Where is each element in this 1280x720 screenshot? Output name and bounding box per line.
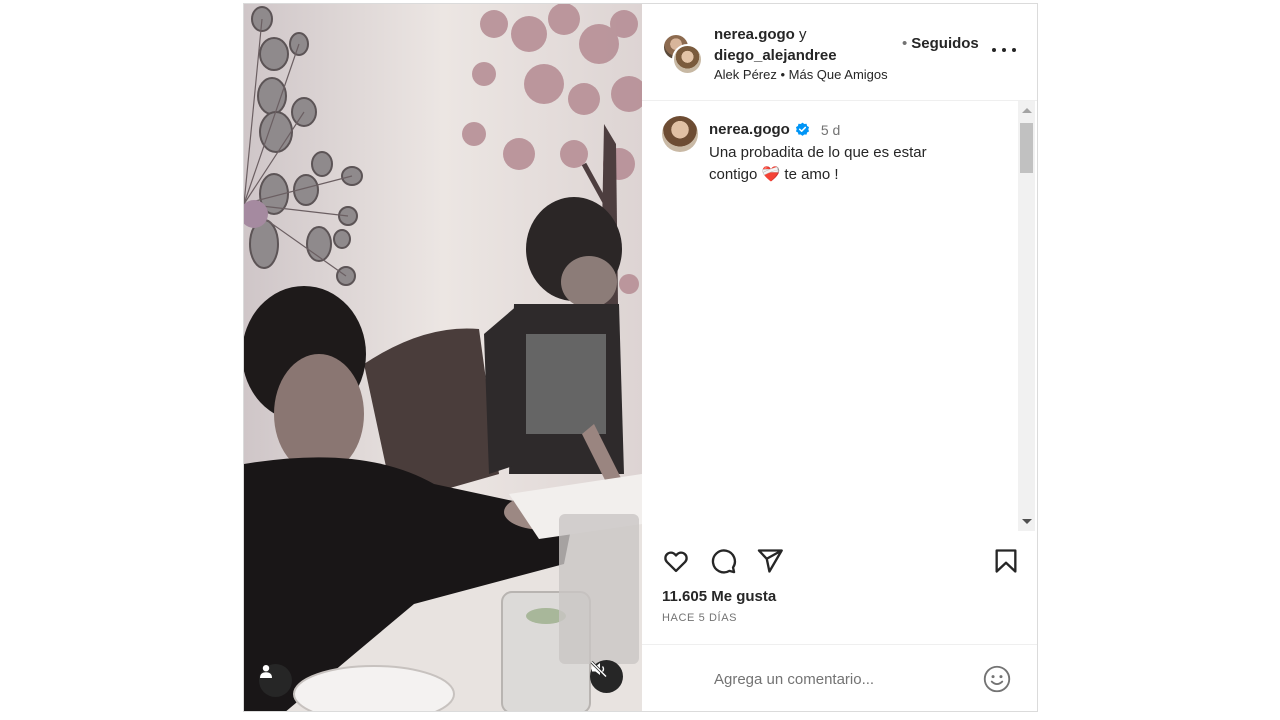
- verified-badge-icon: [795, 122, 809, 136]
- post-video[interactable]: [244, 4, 642, 711]
- caption-line-2-start: contigo: [709, 166, 758, 183]
- video-frame-illustration: [244, 4, 642, 711]
- comment-input[interactable]: [712, 667, 956, 691]
- caption-avatar[interactable]: [662, 116, 698, 152]
- username-link-1[interactable]: nerea.gogo: [714, 26, 795, 43]
- follow-separator-dot: •: [902, 35, 908, 52]
- following-button[interactable]: • Seguidos: [902, 35, 979, 52]
- user-tag-button[interactable]: [259, 664, 292, 697]
- comments-scrollbar[interactable]: [1018, 101, 1035, 531]
- mute-button[interactable]: [590, 660, 623, 693]
- smiley-icon[interactable]: [983, 665, 1011, 693]
- like-count[interactable]: 11.605 Me gusta: [662, 588, 776, 605]
- caption-username[interactable]: nerea.gogo: [709, 121, 790, 138]
- action-bar: [642, 531, 1037, 591]
- more-options-button[interactable]: [992, 38, 1016, 62]
- caption-line-1: Una probadita de lo que es estar: [709, 144, 927, 161]
- scrollbar-thumb[interactable]: [1020, 123, 1033, 173]
- send-icon[interactable]: [756, 547, 784, 575]
- post-modal: nerea.gogo y diego_alejandree Alek Pérez…: [243, 3, 1038, 712]
- following-label: Seguidos: [911, 35, 979, 52]
- scroll-up-arrow-icon[interactable]: [1022, 108, 1032, 113]
- mending-heart-emoji: ❤️‍🩹: [761, 166, 781, 183]
- add-comment-bar: [642, 644, 1037, 711]
- username-link-2[interactable]: diego_alejandree: [714, 47, 837, 64]
- collab-avatars[interactable]: [662, 33, 703, 75]
- avatar-nerea[interactable]: [672, 44, 703, 75]
- collab-usernames: nerea.gogo y diego_alejandree: [714, 24, 837, 66]
- comment-icon[interactable]: [709, 547, 737, 575]
- bookmark-icon[interactable]: [992, 547, 1020, 575]
- post-header: nerea.gogo y diego_alejandree Alek Pérez…: [642, 4, 1037, 101]
- username-joiner: y: [799, 26, 807, 43]
- audio-track-link[interactable]: Alek Pérez • Más Que Amigos: [714, 67, 888, 82]
- caption-text: Una probadita de lo que es estar contigo…: [709, 142, 989, 186]
- caption-timestamp[interactable]: 5 d: [821, 122, 840, 138]
- speaker-muted-icon: [590, 660, 608, 678]
- more-dots-icon: [992, 48, 996, 52]
- scroll-down-arrow-icon[interactable]: [1022, 519, 1032, 524]
- post-date[interactable]: HACE 5 DÍAS: [662, 612, 737, 624]
- caption-line-2-end: te amo !: [784, 166, 839, 183]
- post-details-panel: nerea.gogo y diego_alejandree Alek Pérez…: [642, 4, 1037, 711]
- heart-icon[interactable]: [662, 547, 690, 575]
- caption-header: nerea.gogo 5 d: [709, 121, 840, 138]
- comments-section: nerea.gogo 5 d Una probadita de lo que e…: [642, 101, 1037, 531]
- user-tag-icon: [260, 665, 272, 678]
